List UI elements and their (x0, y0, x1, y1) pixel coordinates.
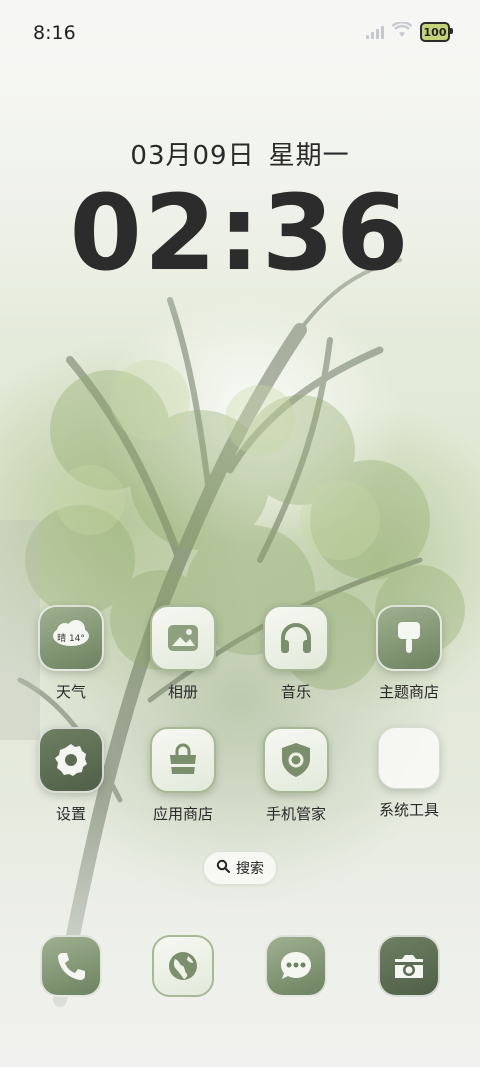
app-label: 手机管家 (265, 805, 326, 823)
signal-icon (366, 25, 384, 39)
app-phone-manager[interactable]: 手机管家 (246, 727, 346, 824)
wifi-icon (391, 21, 413, 42)
shopping-bag-icon (150, 727, 216, 793)
app-theme-store[interactable]: 主题商店 (359, 605, 459, 702)
app-system-tools[interactable]: 系统工具 (359, 727, 459, 820)
folder-icon (378, 727, 440, 789)
weekday-text: 星期一 (268, 141, 350, 171)
date-text: 03月09日 (130, 141, 255, 171)
dock-camera[interactable] (378, 935, 440, 997)
weather-detail: 晴 14° (57, 632, 85, 644)
app-label: 音乐 (280, 683, 311, 701)
app-label: 系统工具 (378, 801, 439, 819)
app-label: 应用商店 (152, 805, 213, 823)
app-label: 设置 (55, 805, 86, 823)
app-gallery[interactable]: 相册 (133, 605, 233, 702)
dock-messages[interactable] (265, 935, 327, 997)
phone-icon (40, 935, 102, 997)
app-settings[interactable]: 设置 (21, 727, 121, 824)
paint-brush-icon (376, 605, 442, 671)
gear-icon (38, 727, 104, 793)
shield-icon (263, 727, 329, 793)
search-label: 搜索 (236, 861, 264, 877)
dock-phone[interactable] (40, 935, 102, 997)
dock-browser[interactable] (152, 935, 214, 997)
weather-icon: 晴 14° (38, 605, 104, 671)
photo-icon (150, 605, 216, 671)
status-bar: 8:16 100 (0, 0, 480, 66)
app-weather[interactable]: 晴 14° 天气 (21, 605, 121, 702)
headphones-icon (263, 605, 329, 671)
camera-icon (378, 935, 440, 997)
app-music[interactable]: 音乐 (246, 605, 346, 702)
browser-icon (152, 935, 214, 997)
clock-time: 02:36 (69, 172, 411, 294)
messages-icon (265, 935, 327, 997)
date-line: 03月09日 星期一 (0, 135, 480, 172)
app-label: 主题商店 (378, 683, 439, 701)
app-app-store[interactable]: 应用商店 (133, 727, 233, 824)
status-icons: 100 (366, 21, 453, 42)
battery-icon: 100 (420, 22, 453, 42)
search-button[interactable]: 搜索 (204, 852, 276, 884)
search-icon (216, 859, 230, 877)
app-label: 天气 (55, 683, 86, 701)
app-label: 相册 (167, 683, 198, 701)
status-time: 8:16 (33, 22, 76, 44)
